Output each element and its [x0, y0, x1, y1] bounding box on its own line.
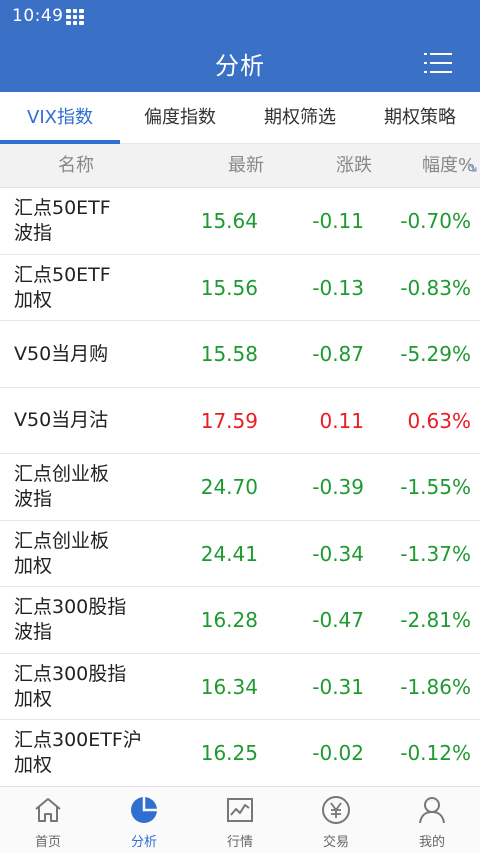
user-icon	[419, 797, 445, 824]
row-latest: 15.64	[200, 209, 258, 233]
row-name-line-1: 汇点创业板	[14, 463, 110, 485]
table-row[interactable]: V50当月沽 17.59 0.11 0.63%	[0, 387, 480, 454]
pie-chart-icon	[131, 797, 157, 823]
row-name-line-2: 波指	[14, 621, 53, 643]
row-latest: 17.59	[200, 408, 258, 433]
row-percent: -1.55%	[400, 475, 471, 499]
nav-market[interactable]: 行情	[192, 787, 288, 853]
bottom-nav: 首页 分析 行情 交易 我的	[0, 786, 480, 853]
table-row[interactable]: 汇点创业板波指 24.70 -0.39 -1.55%	[0, 454, 480, 521]
row-name: V50当月购	[14, 321, 174, 387]
row-name-line-2: 加权	[14, 288, 53, 311]
row-name: 汇点50ETF 加权	[14, 255, 174, 321]
row-name-line-1: V50当月购	[14, 342, 109, 365]
status-time: 10:49	[12, 6, 64, 26]
row-name-line-1: 汇点300股指	[14, 596, 127, 618]
column-header-latest[interactable]: 最新	[228, 144, 264, 188]
row-change: -0.87	[312, 342, 364, 366]
row-name: 汇点300股指 波指	[14, 587, 174, 653]
row-name-line-1: 汇点50ETF	[14, 263, 111, 286]
row-change: -0.11	[312, 209, 364, 233]
nav-label-market: 行情	[226, 835, 253, 850]
row-change: -0.34	[312, 541, 364, 566]
tab-option-filter[interactable]: 期权筛选	[240, 92, 360, 144]
table-row[interactable]: 汇点创业板 加权 24.41 -0.34 -1.37%	[0, 520, 480, 587]
row-latest: 24.41	[200, 541, 258, 566]
nav-home[interactable]: 首页	[0, 787, 96, 853]
row-name: 汇点300股指 加权	[14, 654, 174, 720]
row-latest: 16.34	[200, 674, 258, 699]
row-latest: 16.28	[200, 608, 258, 632]
row-latest: 15.56	[200, 275, 258, 300]
tab-vix-index[interactable]: VIX指数	[0, 92, 120, 144]
table-header: 名称 最新 涨跌 幅度% ↘	[0, 144, 480, 188]
row-percent: -2.81%	[400, 608, 471, 632]
row-name-line-2: 加权	[14, 687, 53, 710]
menu-icon[interactable]	[424, 49, 454, 77]
page-title: 分析	[215, 52, 265, 80]
tab-bar: VIX指数 偏度指数 期权筛选 期权策略	[0, 92, 480, 144]
row-change: -0.13	[312, 275, 364, 300]
nav-mine[interactable]: 我的	[384, 787, 480, 853]
home-icon	[35, 798, 61, 822]
row-name: V50当月沽	[14, 388, 174, 454]
row-change: -0.47	[312, 608, 364, 632]
nav-label-trade: 交易	[322, 835, 349, 850]
row-name-line-2: 波指	[14, 488, 53, 510]
tab-skew-index[interactable]: 偏度指数	[120, 92, 240, 144]
row-change: 0.11	[319, 408, 364, 433]
tab-option-strategy[interactable]: 期权策略	[360, 92, 480, 144]
row-name-line-2: 波指	[14, 222, 53, 244]
column-header-change[interactable]: 涨跌	[336, 144, 372, 188]
table-row[interactable]: V50当月购 15.58 -0.87 -5.29%	[0, 321, 480, 388]
row-change: -0.39	[312, 475, 364, 499]
row-latest: 16.25	[200, 741, 258, 765]
line-chart-icon	[227, 798, 253, 822]
status-bar: 10:49	[0, 0, 480, 34]
nav-analysis[interactable]: 分析	[96, 787, 192, 853]
sort-icon[interactable]: ↘	[466, 158, 479, 176]
table-row[interactable]: 汇点300股指 波指 16.28 -0.47 -2.81%	[0, 587, 480, 654]
nav-trade[interactable]: 交易	[288, 787, 384, 853]
row-percent: -0.12%	[400, 741, 471, 765]
row-name-line-1: 汇点300ETF沪	[14, 729, 142, 751]
index-list[interactable]: 汇点50ETF 波指 15.64 -0.11 -0.70% 汇点50ETF 加权 1…	[0, 188, 480, 786]
row-name-line-1: 汇点50ETF	[14, 197, 111, 219]
grid-icon	[66, 9, 84, 25]
row-percent: -5.29%	[400, 342, 471, 366]
row-percent: -1.86%	[400, 674, 471, 699]
row-percent: -1.37%	[400, 541, 471, 566]
row-name: 汇点300ETF沪 加权	[14, 720, 174, 786]
table-row[interactable]: 汇点300ETF沪 加权 16.25 -0.02 -0.12%	[0, 720, 480, 786]
app-bar: 分析	[0, 34, 480, 92]
row-name-line-1: V50当月沽	[14, 409, 109, 431]
row-latest: 15.58	[200, 342, 258, 366]
nav-label-mine: 我的	[418, 835, 445, 850]
nav-label-analysis: 分析	[130, 835, 157, 850]
row-percent: -0.83%	[400, 275, 471, 300]
row-name-line-1: 汇点创业板	[14, 529, 110, 552]
row-name: 汇点创业板 加权	[14, 521, 174, 587]
row-percent: -0.70%	[400, 209, 471, 233]
row-latest: 24.70	[200, 475, 258, 499]
row-change: -0.31	[312, 674, 364, 699]
row-name: 汇点创业板 波指	[14, 454, 174, 520]
yen-icon	[322, 796, 350, 824]
row-name-line-2: 加权	[14, 754, 53, 776]
row-change: -0.02	[312, 741, 364, 765]
row-name-line-1: 汇点300股指	[14, 662, 127, 685]
table-row[interactable]: 汇点300股指 加权 16.34 -0.31 -1.86%	[0, 653, 480, 720]
row-name: 汇点50ETF 波指	[14, 188, 174, 254]
nav-label-home: 首页	[34, 835, 61, 850]
table-row[interactable]: 汇点50ETF 加权 15.56 -0.13 -0.83%	[0, 254, 480, 321]
row-name-line-2: 加权	[14, 554, 53, 577]
row-percent: 0.63%	[407, 408, 471, 433]
table-row[interactable]: 汇点50ETF 波指 15.64 -0.11 -0.70%	[0, 188, 480, 255]
column-header-name[interactable]: 名称	[58, 144, 94, 188]
